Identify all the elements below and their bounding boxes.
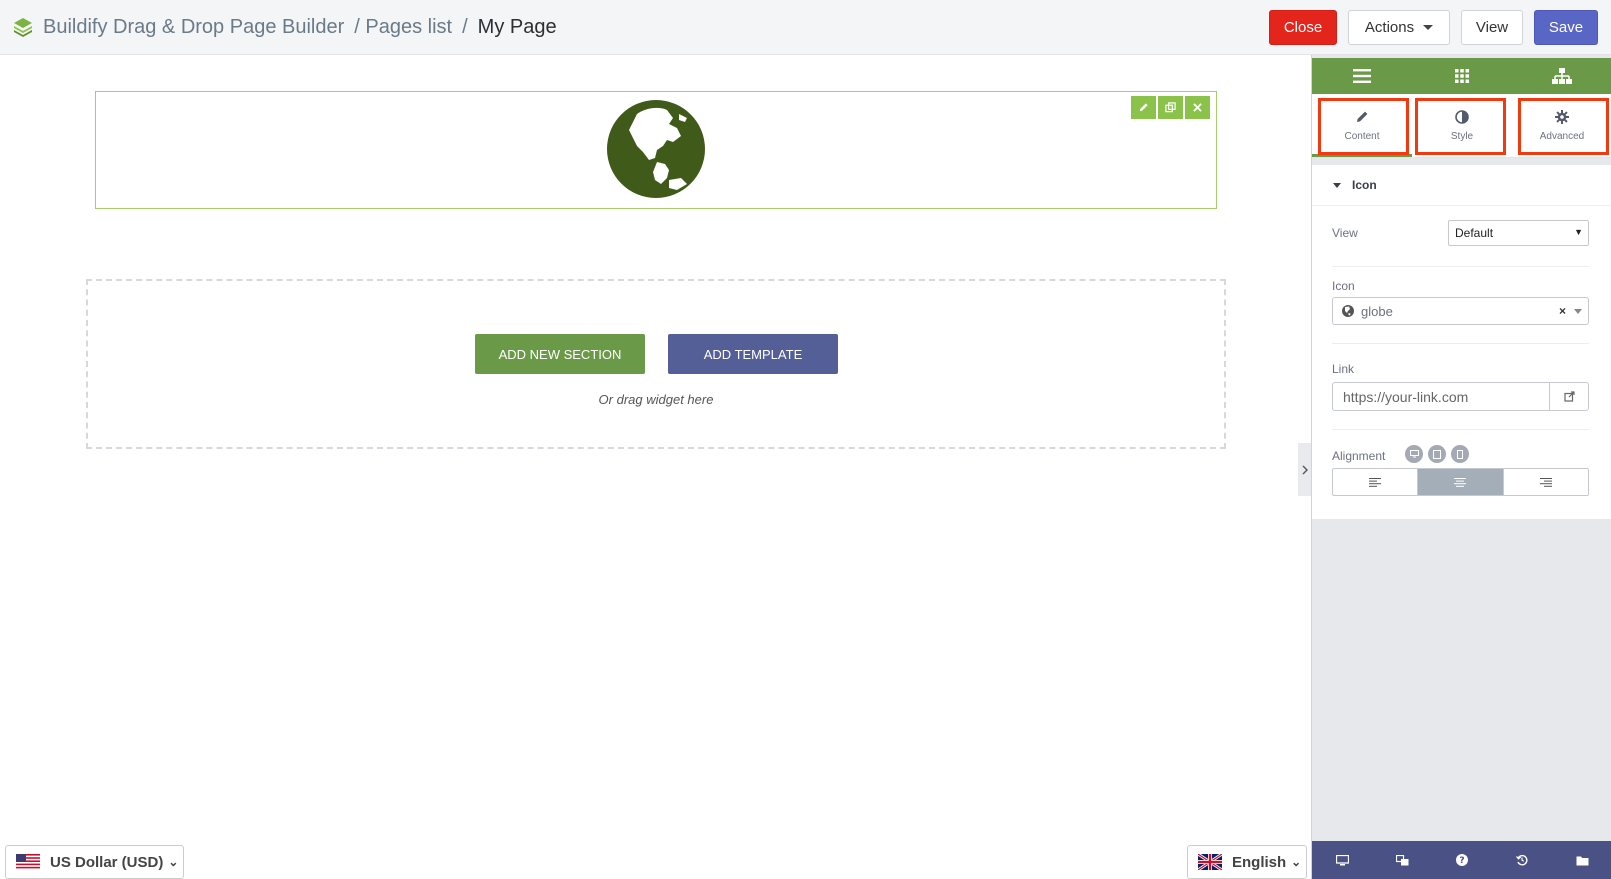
tab-highlight-box: [1518, 98, 1609, 155]
globe-icon[interactable]: [607, 100, 705, 198]
uk-flag-icon: [1198, 854, 1222, 870]
currency-label: US Dollar (USD): [50, 853, 164, 871]
desktop-icon[interactable]: [1405, 445, 1423, 463]
panel-footer: ?: [1312, 841, 1611, 879]
external-link-icon[interactable]: [1550, 383, 1588, 410]
caret-down-icon: [1423, 25, 1434, 30]
align-left-button[interactable]: [1333, 469, 1419, 495]
caret-down-icon: [1574, 309, 1582, 314]
link-input[interactable]: https://your-link.com: [1333, 383, 1550, 410]
close-icon[interactable]: [1185, 96, 1210, 119]
view-select-value: Default: [1455, 226, 1494, 240]
tab-highlight-box: [1318, 98, 1409, 155]
breadcrumb: Buildify Drag & Drop Page Builder / Page…: [43, 0, 557, 55]
folder-icon[interactable]: [1552, 841, 1611, 879]
save-button[interactable]: Save: [1534, 10, 1598, 45]
duplicate-icon[interactable]: [1158, 96, 1183, 119]
edit-pencil-icon[interactable]: [1131, 96, 1156, 119]
chevron-down-icon: ⌄: [168, 855, 179, 869]
add-template-button[interactable]: ADD TEMPLATE: [668, 334, 838, 374]
widgets-grid-icon[interactable]: [1412, 58, 1512, 94]
icon-select-value: globe: [1361, 303, 1393, 319]
actions-button-label: Actions: [1364, 19, 1415, 36]
icon-select[interactable]: globe ×: [1332, 297, 1589, 325]
link-label: Link: [1332, 362, 1355, 376]
link-input-group: https://your-link.com: [1332, 382, 1589, 411]
currency-selector[interactable]: US Dollar (USD) ⌄: [5, 845, 184, 879]
alignment-buttons: [1332, 468, 1589, 496]
language-label: English: [1232, 853, 1287, 871]
align-right-button[interactable]: [1504, 469, 1588, 495]
top-bar: Buildify Drag & Drop Page Builder / Page…: [0, 0, 1611, 55]
chevron-right-icon: [1302, 465, 1308, 474]
panel-collapse-handle[interactable]: [1298, 443, 1311, 496]
desktop-icon[interactable]: [1312, 841, 1372, 879]
view-button[interactable]: View: [1461, 10, 1523, 45]
tablet-icon[interactable]: [1428, 445, 1446, 463]
breadcrumb-separator: /: [462, 16, 468, 38]
icon-section-toggle[interactable]: Icon: [1312, 165, 1611, 206]
responsive-device-switcher: [1405, 445, 1469, 463]
page-title: My Page: [477, 16, 557, 38]
layers-logo-icon: [14, 18, 32, 37]
close-button[interactable]: Close: [1269, 10, 1337, 45]
add-new-section-button[interactable]: ADD NEW SECTION: [475, 334, 645, 374]
history-icon[interactable]: [1492, 841, 1552, 879]
menu-icon[interactable]: [1312, 58, 1412, 94]
align-center-button[interactable]: [1418, 469, 1504, 495]
clear-icon[interactable]: ×: [1559, 304, 1566, 318]
alignment-label: Alignment: [1332, 449, 1386, 463]
align-right-icon: [1539, 477, 1552, 487]
help-icon[interactable]: ?: [1432, 841, 1492, 879]
icon-label: Icon: [1332, 279, 1355, 293]
caret-down-icon: [1333, 182, 1341, 188]
view-label: View: [1332, 226, 1358, 240]
align-left-icon: [1369, 477, 1382, 487]
chevron-down-icon: ⌄: [1291, 855, 1302, 869]
divider: [1332, 343, 1589, 344]
icon-widget-section[interactable]: [95, 91, 1217, 209]
translate-icon[interactable]: [1372, 841, 1432, 879]
sitemap-icon[interactable]: [1512, 58, 1611, 94]
editor-canvas: ADD NEW SECTION ADD TEMPLATE Or drag wid…: [0, 55, 1311, 879]
divider: [1332, 266, 1589, 267]
divider: [1332, 429, 1589, 430]
panel-header: [1312, 58, 1611, 94]
section-toolbar: [1131, 96, 1210, 119]
header-actions: Close Actions View Save: [1269, 10, 1598, 45]
tab-highlight-box: [1415, 98, 1506, 155]
breadcrumb-app-title[interactable]: Buildify Drag & Drop Page Builder: [43, 16, 344, 39]
globe-icon: [1342, 305, 1354, 317]
drag-widget-hint: Or drag widget here: [598, 392, 714, 407]
breadcrumb-pages-list[interactable]: / Pages list: [354, 16, 452, 39]
align-center-icon: [1454, 477, 1467, 487]
language-selector[interactable]: English ⌄: [1187, 845, 1307, 879]
content-controls: Icon View Default ▼ Icon globe × Link ht…: [1312, 165, 1611, 519]
svg-text:?: ?: [1459, 856, 1464, 866]
section-title: Icon: [1352, 178, 1377, 192]
add-section-dropzone[interactable]: ADD NEW SECTION ADD TEMPLATE Or drag wid…: [86, 279, 1226, 449]
mobile-icon[interactable]: [1451, 445, 1469, 463]
caret-down-icon: ▼: [1574, 227, 1583, 237]
actions-dropdown-button[interactable]: Actions: [1348, 10, 1450, 45]
panel-tabs: Content Style Advanced: [1312, 94, 1611, 158]
view-select[interactable]: Default ▼: [1448, 220, 1589, 246]
editor-panel: Content Style Advanced Icon View Default…: [1311, 55, 1611, 879]
us-flag-icon: [16, 854, 40, 870]
